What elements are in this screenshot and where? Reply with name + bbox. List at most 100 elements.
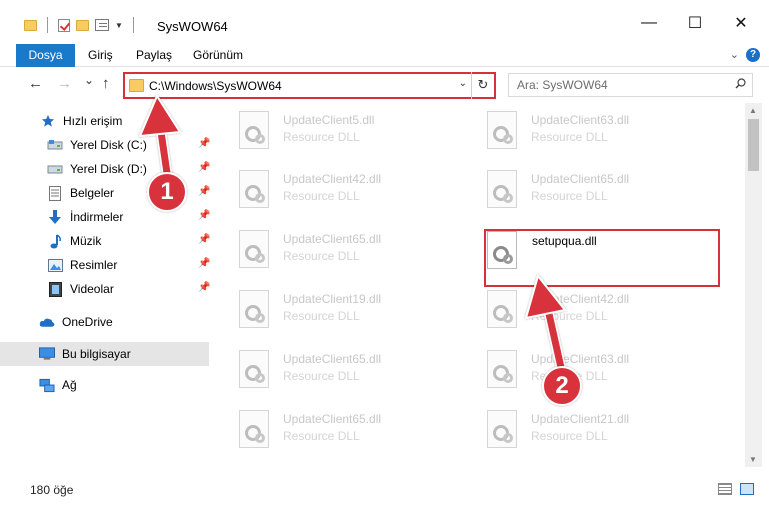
- computer-icon: [39, 346, 55, 362]
- step-marker-2: 2: [542, 366, 582, 406]
- sidebar-item-pictures[interactable]: Resimler 📌: [47, 254, 210, 276]
- scrollbar-thumb[interactable]: [748, 119, 759, 171]
- sidebar-item-label: Yerel Disk (C:): [70, 138, 147, 152]
- file-type: Resource DLL: [283, 130, 360, 144]
- back-button[interactable]: ←: [28, 75, 43, 92]
- properties-check-icon[interactable]: [58, 18, 70, 32]
- pin-icon[interactable]: 📌: [198, 282, 210, 293]
- large-icons-view-icon[interactable]: [740, 483, 754, 495]
- network-icon: [39, 377, 55, 393]
- file-name: UpdateClient63.dll: [531, 113, 630, 127]
- sidebar-item-quick-access[interactable]: Hızlı erişim: [40, 110, 122, 132]
- status-bar: 180 öğe: [0, 472, 769, 511]
- sidebar-item-label: Müzik: [70, 234, 102, 248]
- file-name: UpdateClient42.dll: [531, 292, 630, 306]
- forward-button[interactable]: →: [57, 75, 72, 92]
- sidebar-item-videos[interactable]: Videolar 📌: [47, 278, 210, 300]
- pin-icon[interactable]: 📌: [198, 258, 210, 269]
- file-item[interactable]: UpdateClient65.dll Resource DLL: [239, 230, 469, 280]
- pin-icon[interactable]: 📌: [198, 186, 210, 197]
- chevron-down-icon[interactable]: ⌄: [459, 78, 467, 89]
- customize-icon[interactable]: [95, 19, 109, 31]
- drive-icon: [47, 161, 63, 177]
- file-type: Resource DLL: [531, 130, 608, 144]
- sidebar-item-network[interactable]: Ağ: [39, 374, 77, 396]
- music-icon: [47, 233, 63, 249]
- dll-file-icon: [487, 170, 517, 208]
- sidebar-item-label: Belgeler: [70, 186, 115, 200]
- file-name: UpdateClient65.dll: [283, 232, 382, 246]
- pin-icon[interactable]: 📌: [198, 210, 210, 221]
- sidebar-item-label: Ağ: [62, 378, 77, 392]
- file-item[interactable]: UpdateClient42.dll Resource DLL: [239, 170, 469, 220]
- dll-file-icon: [487, 410, 517, 448]
- tab-home[interactable]: Giriş: [88, 44, 113, 67]
- pin-icon[interactable]: 📌: [198, 234, 210, 245]
- close-button[interactable]: ✕: [718, 8, 764, 38]
- chevron-down-icon[interactable]: ▼: [115, 21, 123, 30]
- maximize-button[interactable]: ☐: [672, 8, 718, 38]
- sidebar-item-onedrive[interactable]: OneDrive: [39, 311, 113, 333]
- file-type: Resource DLL: [531, 429, 608, 443]
- up-button[interactable]: ↑: [102, 75, 110, 92]
- vertical-scrollbar[interactable]: ▲ ▼: [745, 103, 762, 467]
- file-type: Resource DLL: [531, 309, 608, 323]
- tab-share[interactable]: Paylaş: [136, 44, 172, 67]
- tab-file[interactable]: Dosya: [16, 44, 75, 67]
- file-type: Resource DLL: [283, 429, 360, 443]
- file-item[interactable]: UpdateClient21.dll Resource DLL: [487, 410, 717, 460]
- file-item[interactable]: UpdateClient63.dll Resource DLL: [487, 111, 717, 161]
- ribbon: Dosya Giriş Paylaş Görünüm ⌄ ?: [0, 44, 769, 67]
- tab-view[interactable]: Görünüm: [193, 44, 243, 67]
- refresh-button[interactable]: ↻: [471, 72, 494, 99]
- sidebar-item-local-disk-c[interactable]: Yerel Disk (C:) 📌: [47, 134, 210, 156]
- expand-ribbon-icon[interactable]: ⌄: [730, 48, 739, 61]
- recent-locations-button[interactable]: ⌄: [84, 73, 94, 87]
- navigation-pane: Hızlı erişim Yerel Disk (C:) 📌 Yerel Dis…: [0, 108, 210, 467]
- file-item[interactable]: UpdateClient63.dll Resource DLL: [487, 350, 717, 400]
- dll-file-icon: [239, 350, 269, 388]
- file-type: Resource DLL: [531, 189, 608, 203]
- file-type: Resource DLL: [283, 249, 360, 263]
- search-icon[interactable]: [735, 78, 746, 89]
- file-name: UpdateClient65.dll: [283, 352, 382, 366]
- step-marker-1: 1: [147, 172, 187, 212]
- file-name: UpdateClient65.dll: [283, 412, 382, 426]
- details-view-icon[interactable]: [718, 483, 732, 495]
- scroll-down-icon[interactable]: ▼: [749, 455, 757, 464]
- file-name: UpdateClient19.dll: [283, 292, 382, 306]
- file-item[interactable]: UpdateClient5.dll Resource DLL: [239, 111, 469, 161]
- folder-icon: [129, 79, 144, 92]
- file-item[interactable]: UpdateClient65.dll Resource DLL: [239, 410, 469, 460]
- pin-icon[interactable]: 📌: [198, 138, 210, 149]
- sidebar-item-downloads[interactable]: İndirmeler 📌: [47, 206, 210, 228]
- quick-access-toolbar: ▼: [24, 17, 138, 33]
- sidebar-item-this-pc[interactable]: Bu bilgisayar: [0, 342, 209, 366]
- sidebar-item-local-disk-d[interactable]: Yerel Disk (D:) 📌: [47, 158, 210, 180]
- file-item[interactable]: UpdateClient65.dll Resource DLL: [487, 170, 717, 220]
- dll-file-icon: [487, 350, 517, 388]
- search-input[interactable]: [517, 78, 717, 92]
- scroll-up-icon[interactable]: ▲: [749, 106, 757, 115]
- address-bar[interactable]: C:\Windows\SysWOW64 ⌄ ↻: [123, 72, 496, 99]
- file-item[interactable]: UpdateClient65.dll Resource DLL: [239, 350, 469, 400]
- window-title: SysWOW64: [157, 19, 228, 34]
- pin-icon[interactable]: 📌: [198, 162, 210, 173]
- new-folder-icon[interactable]: [76, 19, 89, 31]
- sidebar-item-label: OneDrive: [62, 315, 113, 329]
- sidebar-item-label: Videolar: [70, 282, 114, 296]
- search-box[interactable]: [508, 73, 753, 97]
- file-name: UpdateClient5.dll: [283, 113, 375, 127]
- minimize-button[interactable]: —: [626, 8, 672, 38]
- help-icon[interactable]: ?: [746, 48, 760, 62]
- drive-icon: [47, 137, 63, 153]
- documents-icon: [47, 185, 63, 201]
- file-item[interactable]: UpdateClient42.dll Resource DLL: [487, 290, 717, 340]
- file-item[interactable]: UpdateClient19.dll Resource DLL: [239, 290, 469, 340]
- address-path[interactable]: C:\Windows\SysWOW64: [149, 79, 282, 93]
- file-type: Resource DLL: [283, 309, 360, 323]
- dll-file-icon: [487, 111, 517, 149]
- sidebar-item-music[interactable]: Müzik 📌: [47, 230, 210, 252]
- pictures-icon: [47, 257, 63, 273]
- toolbar-divider: [132, 17, 134, 33]
